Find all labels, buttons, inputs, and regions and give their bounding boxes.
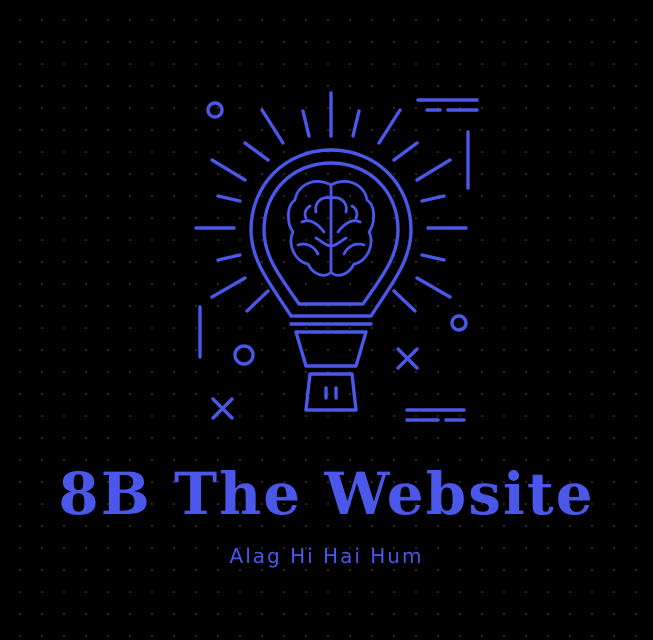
brain-icon bbox=[286, 180, 376, 277]
tagline: Alag Hi Hai Hum bbox=[229, 544, 424, 568]
site-title: 8B The Website bbox=[58, 460, 595, 528]
logo-canvas: 8B The Website Alag Hi Hai Hum bbox=[0, 0, 653, 640]
decorations bbox=[198, 98, 479, 422]
